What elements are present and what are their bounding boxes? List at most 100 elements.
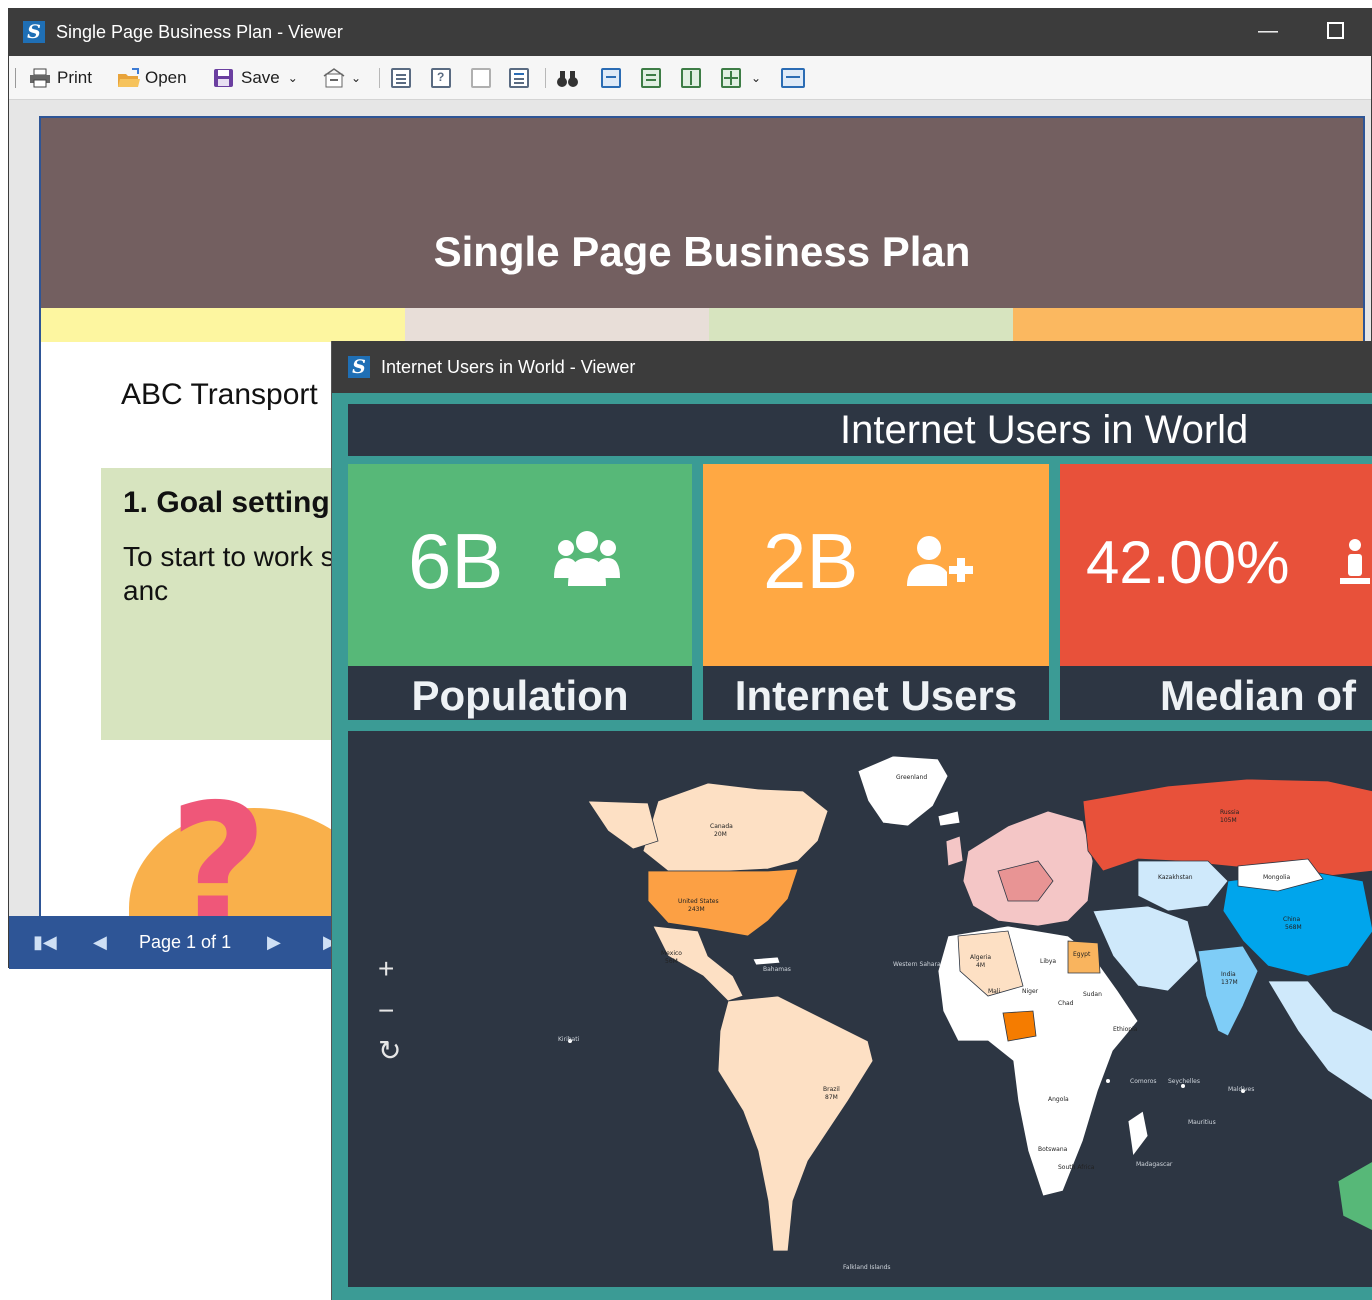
dashboard: Internet Users in World 6B Population 2B… — [332, 393, 1372, 1300]
map-region-canada — [642, 782, 829, 872]
goal-heading: 1. Goal setting — [123, 486, 330, 519]
label-russia: Russia — [1220, 809, 1240, 816]
title-bar: S Single Page Business Plan - Viewer — — [9, 9, 1371, 56]
save-button[interactable]: Save ⌄ — [213, 66, 298, 90]
population-tile[interactable]: 6B Population — [348, 464, 692, 720]
label-algeria: Algeria — [970, 954, 991, 961]
resources-icon[interactable] — [471, 68, 491, 88]
parameters-icon[interactable]: ? — [431, 68, 451, 88]
map-region-kazakhstan — [1137, 860, 1229, 912]
reset-zoom-icon[interactable]: ↻ — [378, 1037, 401, 1065]
median-value: 42.00% — [1086, 529, 1290, 596]
printer-icon — [29, 68, 51, 88]
app-logo-icon: S — [348, 356, 370, 378]
label-mali: Mali — [988, 988, 1001, 995]
tile-value-area: 2B — [703, 464, 1049, 666]
zoom-in-button[interactable]: + — [378, 955, 394, 983]
title-bar: S Internet Users in World - Viewer — [332, 341, 1372, 393]
map-region-usa — [647, 868, 799, 937]
table-of-contents-icon[interactable] — [509, 68, 529, 88]
map-region-india — [1197, 945, 1259, 1037]
internet-users-label: Internet Users — [734, 672, 1018, 719]
internet-users-tile[interactable]: 2B Internet Users — [703, 464, 1049, 720]
company-name: ABC Transport — [121, 378, 318, 411]
label-kiribati: Kiribati — [558, 1036, 580, 1043]
map-region-cuba — [752, 956, 781, 966]
dashboard-title: Internet Users in World — [840, 408, 1249, 452]
next-page-icon[interactable]: ▶ — [267, 932, 281, 953]
continuous-icon[interactable] — [641, 68, 661, 88]
color-stripe-yellow — [41, 308, 405, 342]
label-brazil: Brazil — [823, 1086, 840, 1093]
print-label: Print — [57, 68, 92, 87]
label-algeria-value: 4M — [976, 962, 985, 969]
window-title: Internet Users in World - Viewer — [381, 357, 636, 377]
label-comoros: Comoros — [1130, 1078, 1157, 1085]
minimize-button[interactable]: — — [1258, 21, 1278, 41]
label-usa: United States — [678, 898, 719, 905]
label-falkland: Falkland Islands — [843, 1264, 891, 1271]
label-brazil-value: 87M — [825, 1094, 838, 1101]
binoculars-icon — [557, 69, 579, 89]
label-chad: Chad — [1058, 1000, 1074, 1007]
map-region-russia — [1082, 778, 1372, 877]
find-button[interactable] — [557, 67, 585, 91]
users-group-icon — [554, 528, 620, 595]
label-western-sahara: Western Sahara — [893, 961, 941, 968]
chevron-down-icon[interactable]: ⌄ — [751, 66, 761, 90]
map-region-iceland — [937, 810, 961, 827]
two-pages-icon[interactable] — [681, 68, 701, 88]
chevron-down-icon: ⌄ — [351, 71, 362, 85]
save-label: Save — [241, 68, 280, 87]
map-region-alaska — [587, 800, 659, 850]
tile-label-area: Internet Users — [703, 666, 1049, 720]
single-page-icon[interactable] — [601, 68, 621, 88]
label-india: India — [1221, 971, 1236, 978]
toolbar: Print Open Save ⌄ ⌄ ? ⌄ — [9, 56, 1371, 100]
open-button[interactable]: Open — [117, 66, 187, 90]
label-canada-value: 20M — [714, 831, 727, 838]
map-region-se-asia — [1267, 980, 1372, 1101]
map-region-greenland — [857, 755, 949, 827]
label-mongolia: Mongolia — [1263, 874, 1290, 881]
label-canada: Canada — [710, 823, 733, 830]
user-plus-icon — [907, 534, 975, 595]
tile-label-area: Population — [348, 666, 692, 720]
population-value: 6B — [408, 517, 504, 605]
label-mexico: Mexico — [661, 950, 682, 957]
open-label: Open — [145, 68, 187, 87]
label-india-value: 137M — [1221, 979, 1238, 986]
median-tile[interactable]: 42.00% Median of — [1060, 464, 1372, 720]
previous-page-icon[interactable]: ◀ — [93, 932, 107, 953]
label-usa-value: 243M — [688, 906, 705, 913]
document-outline-icon[interactable] — [391, 68, 411, 88]
label-seychelles: Seychelles — [1168, 1078, 1200, 1085]
tile-label-area: Median of — [1060, 666, 1372, 720]
internet-users-value: 2B — [763, 517, 859, 605]
median-label: Median of — [1160, 672, 1356, 719]
label-niger: Niger — [1022, 988, 1039, 995]
map-region-nigeria — [1002, 1010, 1037, 1042]
maximize-button[interactable] — [1327, 22, 1344, 39]
label-mexico-value: 56M — [665, 958, 678, 965]
report-title: Single Page Business Plan — [433, 228, 971, 275]
label-maldives: Maldives — [1228, 1086, 1254, 1093]
map-region-australia — [1337, 1161, 1372, 1231]
world-map-panel[interactable]: Greenland Canada 20M United States 243M … — [348, 731, 1372, 1287]
print-button[interactable]: Print — [29, 66, 92, 90]
first-page-icon[interactable]: ▮◀ — [33, 932, 57, 953]
export-icon — [323, 68, 345, 88]
zoom-out-button[interactable]: − — [378, 997, 394, 1025]
label-botswana: Botswana — [1038, 1146, 1068, 1153]
population-label: Population — [411, 672, 629, 719]
internet-users-viewer-window: S Internet Users in World - Viewer Inter… — [331, 341, 1372, 1300]
export-button[interactable]: ⌄ — [323, 66, 361, 90]
full-screen-icon[interactable] — [781, 68, 805, 88]
world-map[interactable]: Greenland Canada 20M United States 243M … — [348, 731, 1372, 1287]
person-icon — [1340, 538, 1370, 593]
window-title: Single Page Business Plan - Viewer — [56, 22, 343, 42]
label-china: China — [1283, 916, 1300, 923]
multiple-pages-icon[interactable] — [721, 68, 741, 88]
color-stripe-orange — [1013, 308, 1363, 342]
app-logo-icon: S — [23, 21, 45, 43]
